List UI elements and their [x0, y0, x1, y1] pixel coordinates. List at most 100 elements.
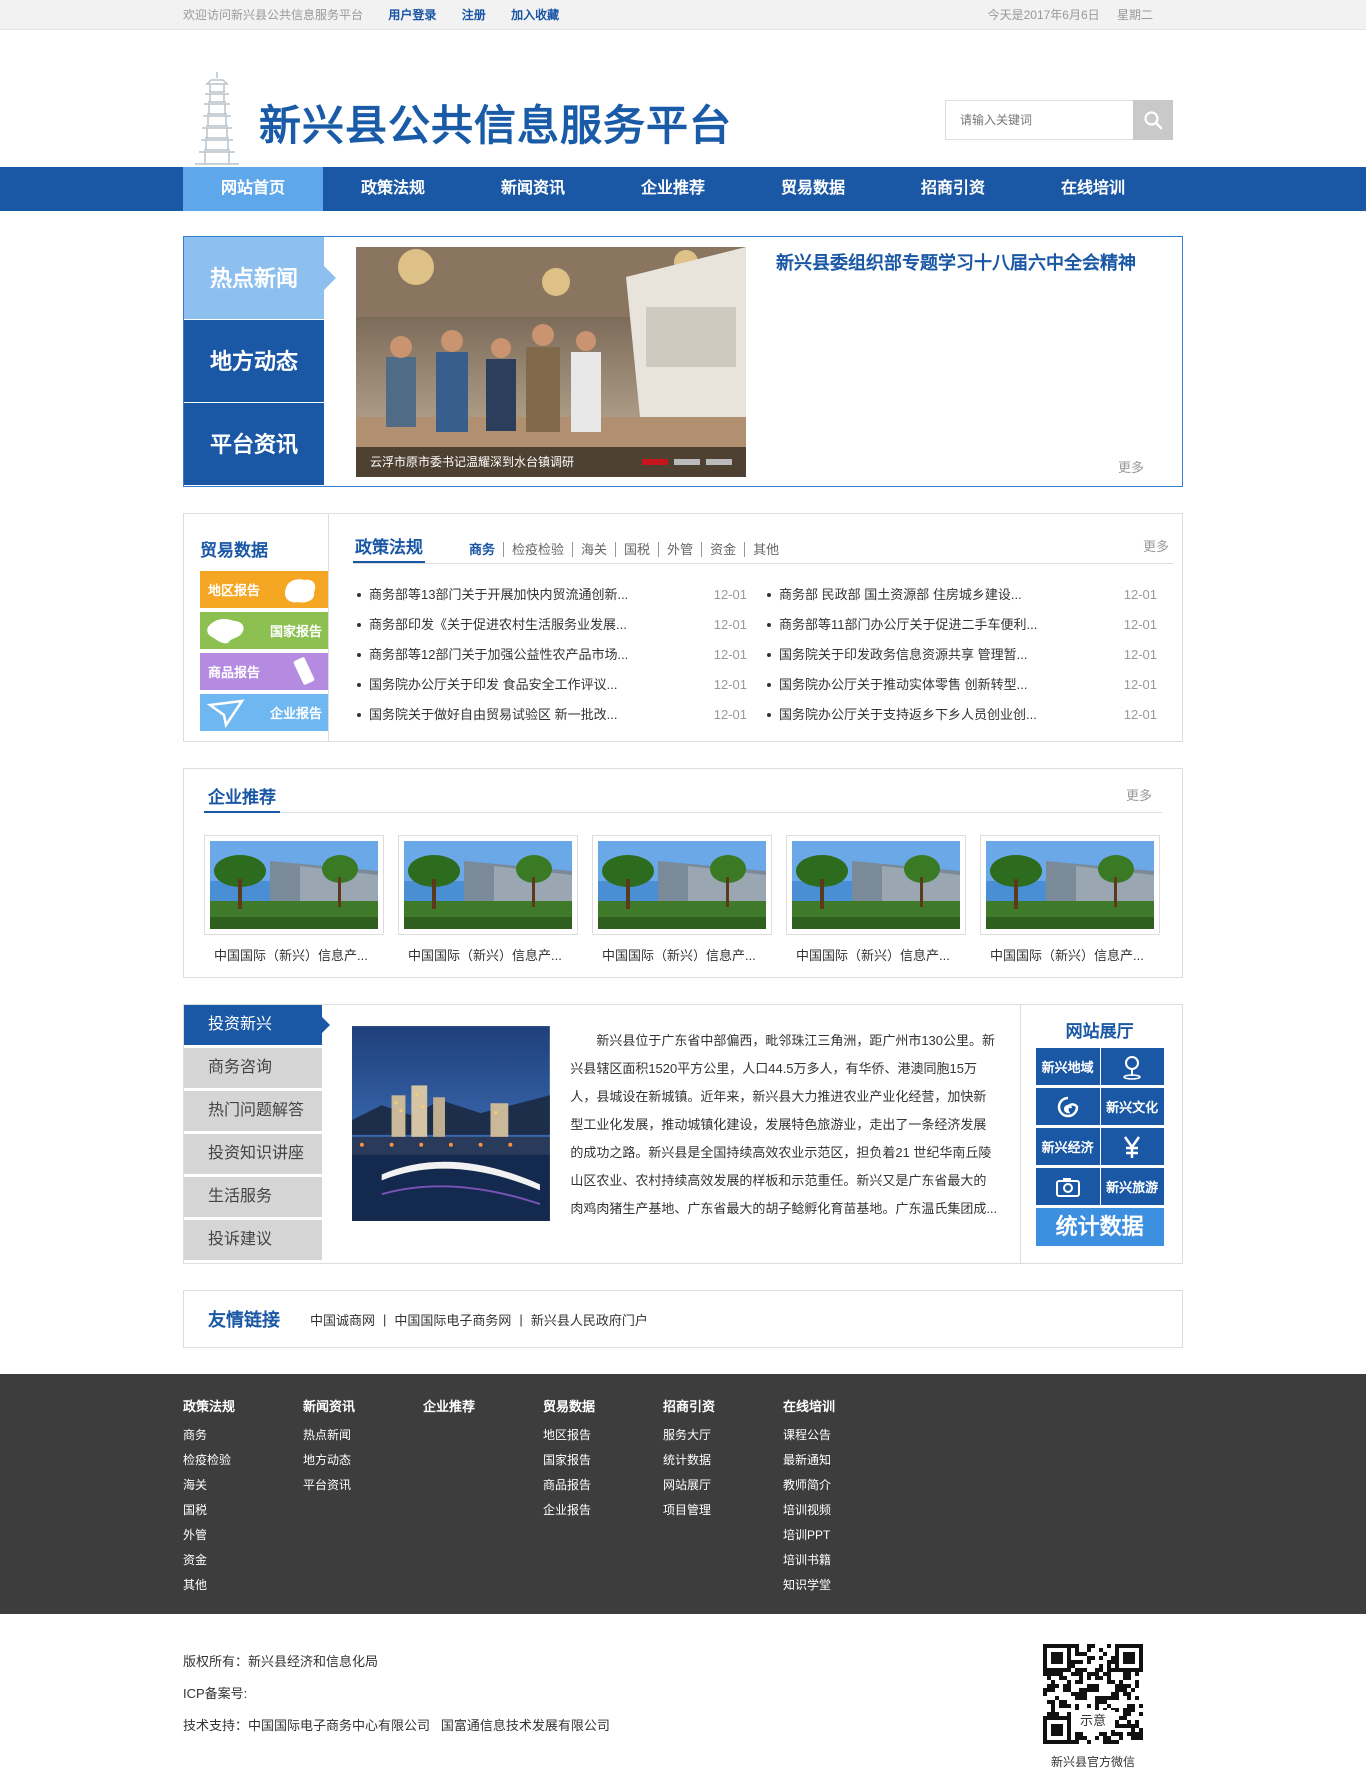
footer-link[interactable]: 外管 — [183, 1523, 303, 1548]
footer-link[interactable]: 统计数据 — [663, 1448, 783, 1473]
cat-commerce[interactable]: 商务 — [461, 542, 505, 557]
footer-link[interactable]: 商品报告 — [543, 1473, 663, 1498]
friend-link-2[interactable]: 中国国际电子商务网 — [394, 1310, 511, 1329]
register-link[interactable]: 注册 — [462, 8, 486, 22]
footer-link[interactable]: 项目管理 — [663, 1498, 783, 1523]
footer-link[interactable]: 热点新闻 — [303, 1423, 423, 1448]
footer-link[interactable]: 培训书籍 — [783, 1548, 903, 1573]
list-item[interactable]: 商务部等12部门关于加强公益性农产品市场... 12-01 — [353, 640, 763, 670]
footer-link[interactable]: 网站展厅 — [663, 1473, 783, 1498]
list-item[interactable]: 国务院关于印发政务信息资源共享 管理暂... 12-01 — [763, 640, 1173, 670]
slide-dot[interactable] — [706, 459, 732, 465]
enterprise-card[interactable]: 中国国际（新兴）信息产... — [980, 835, 1160, 964]
enterprise-card[interactable]: 中国国际（新兴）信息产... — [592, 835, 772, 964]
footer-link[interactable]: 资金 — [183, 1548, 303, 1573]
list-item[interactable]: 商务部等11部门办公厅关于促进二手车便利... 12-01 — [763, 610, 1173, 640]
friend-link-3[interactable]: 新兴县人民政府门户 — [531, 1310, 648, 1329]
tourism-button[interactable]: 新兴旅游 — [1035, 1168, 1164, 1205]
statistics-button[interactable]: 统计数据 — [1035, 1208, 1164, 1246]
economy-button[interactable]: 新兴经济 — [1035, 1128, 1164, 1165]
friend-link-1[interactable]: 中国诚商网 — [310, 1310, 375, 1329]
menu-complaint[interactable]: 投诉建议 — [184, 1220, 323, 1260]
goods-report-button[interactable]: 商品报告 — [200, 653, 328, 690]
cat-inspection[interactable]: 检疫检验 — [504, 542, 574, 557]
headline-link[interactable]: 新兴县委组织部专题学习十八届六中全会精神 — [776, 249, 1182, 275]
footer-link[interactable]: 地方动态 — [303, 1448, 423, 1473]
list-item[interactable]: 商务部印发《关于促进农村生活服务业发展... 12-01 — [353, 610, 763, 640]
nav-trade[interactable]: 贸易数据 — [743, 167, 883, 211]
country-report-button[interactable]: 国家报告 — [200, 612, 328, 649]
menu-business-consult[interactable]: 商务咨询 — [184, 1048, 323, 1088]
footer-link[interactable]: 培训视频 — [783, 1498, 903, 1523]
tab-hot-news[interactable]: 热点新闻 — [184, 237, 336, 320]
footer-link[interactable]: 最新通知 — [783, 1448, 903, 1473]
date-text: 今天是2017年6月6日 — [987, 8, 1100, 22]
region-report-button[interactable]: 地区报告 — [200, 571, 328, 608]
cat-forex[interactable]: 外管 — [659, 542, 703, 557]
company-report-label: 企业报告 — [269, 706, 322, 721]
footer-link[interactable]: 地区报告 — [543, 1423, 663, 1448]
search-button[interactable] — [1133, 100, 1173, 140]
footer-link[interactable]: 商务 — [183, 1423, 303, 1448]
cat-tax[interactable]: 国税 — [616, 542, 660, 557]
tab-local-news[interactable]: 地方动态 — [184, 320, 324, 403]
nav-news[interactable]: 新闻资讯 — [463, 167, 603, 211]
login-link[interactable]: 用户登录 — [388, 8, 436, 22]
nav-home[interactable]: 网站首页 — [183, 167, 323, 211]
china-map-icon — [207, 619, 244, 644]
footer-link[interactable]: 教师简介 — [783, 1473, 903, 1498]
enterprise-more-link[interactable]: 更多 — [1126, 785, 1152, 804]
menu-faq[interactable]: 热门问题解答 — [184, 1091, 323, 1131]
cat-funds[interactable]: 资金 — [702, 542, 746, 557]
add-favorite-link[interactable]: 加入收藏 — [511, 8, 559, 22]
search-input[interactable] — [945, 100, 1133, 140]
footer-heading[interactable]: 招商引资 — [663, 1396, 783, 1415]
culture-button[interactable]: 新兴文化 — [1035, 1088, 1164, 1125]
list-item[interactable]: 国务院办公厅关于支持返乡下乡人员创业创... 12-01 — [763, 700, 1173, 730]
hot-more-link[interactable]: 更多 — [1118, 457, 1144, 476]
footer-link[interactable]: 国家报告 — [543, 1448, 663, 1473]
policy-more-link[interactable]: 更多 — [1143, 536, 1169, 555]
list-item[interactable]: 国务院办公厅关于推动实体零售 创新转型... 12-01 — [763, 670, 1173, 700]
slide-dots — [642, 459, 732, 465]
footer-link[interactable]: 其他 — [183, 1573, 303, 1598]
nav-policy[interactable]: 政策法规 — [323, 167, 463, 211]
footer-link[interactable]: 检疫检验 — [183, 1448, 303, 1473]
footer-heading[interactable]: 新闻资讯 — [303, 1396, 423, 1415]
region-label: 新兴地域 — [1041, 1060, 1094, 1075]
list-item[interactable]: 商务部 民政部 国土资源部 住房城乡建设... 12-01 — [763, 580, 1173, 610]
list-item[interactable]: 国务院办公厅关于印发 食品安全工作评议... 12-01 — [353, 670, 763, 700]
enterprise-card[interactable]: 中国国际（新兴）信息产... — [204, 835, 384, 964]
cat-other[interactable]: 其他 — [745, 542, 787, 557]
menu-life-service[interactable]: 生活服务 — [184, 1177, 323, 1217]
menu-invest-xinxing[interactable]: 投资新兴 — [184, 1005, 331, 1045]
enterprise-card[interactable]: 中国国际（新兴）信息产... — [398, 835, 578, 964]
nav-investment[interactable]: 招商引资 — [883, 167, 1023, 211]
nav-enterprise[interactable]: 企业推荐 — [603, 167, 743, 211]
region-button[interactable]: 新兴地域 — [1035, 1048, 1164, 1085]
menu-invest-lecture[interactable]: 投资知识讲座 — [184, 1134, 323, 1174]
nav-training[interactable]: 在线培训 — [1023, 167, 1163, 211]
company-report-button[interactable]: 企业报告 — [200, 694, 328, 731]
footer-link[interactable]: 培训PPT — [783, 1523, 903, 1548]
footer-heading[interactable]: 贸易数据 — [543, 1396, 663, 1415]
cat-customs[interactable]: 海关 — [573, 542, 617, 557]
footer-heading[interactable]: 政策法规 — [183, 1396, 303, 1415]
slide-dot[interactable] — [642, 459, 668, 465]
footer-link[interactable]: 平台资讯 — [303, 1473, 423, 1498]
list-item[interactable]: 国务院关于做好自由贸易试验区 新一批改... 12-01 — [353, 700, 763, 730]
footer-link[interactable]: 海关 — [183, 1473, 303, 1498]
list-item[interactable]: 商务部等13部门关于开展加快内贸流通创新... 12-01 — [353, 580, 763, 610]
footer-heading[interactable]: 企业推荐 — [423, 1396, 543, 1415]
news-slideshow[interactable]: 云浮市原市委书记温耀深到水台镇调研 — [356, 247, 746, 477]
footer-link[interactable]: 国税 — [183, 1498, 303, 1523]
footer-link[interactable]: 课程公告 — [783, 1423, 903, 1448]
enterprise-name: 中国国际（新兴）信息产... — [408, 948, 562, 963]
footer-heading[interactable]: 在线培训 — [783, 1396, 903, 1415]
footer-link[interactable]: 企业报告 — [543, 1498, 663, 1523]
slide-dot[interactable] — [674, 459, 700, 465]
tab-platform-news[interactable]: 平台资讯 — [184, 403, 324, 486]
enterprise-card[interactable]: 中国国际（新兴）信息产... — [786, 835, 966, 964]
footer-link[interactable]: 服务大厅 — [663, 1423, 783, 1448]
footer-link[interactable]: 知识学堂 — [783, 1573, 903, 1598]
